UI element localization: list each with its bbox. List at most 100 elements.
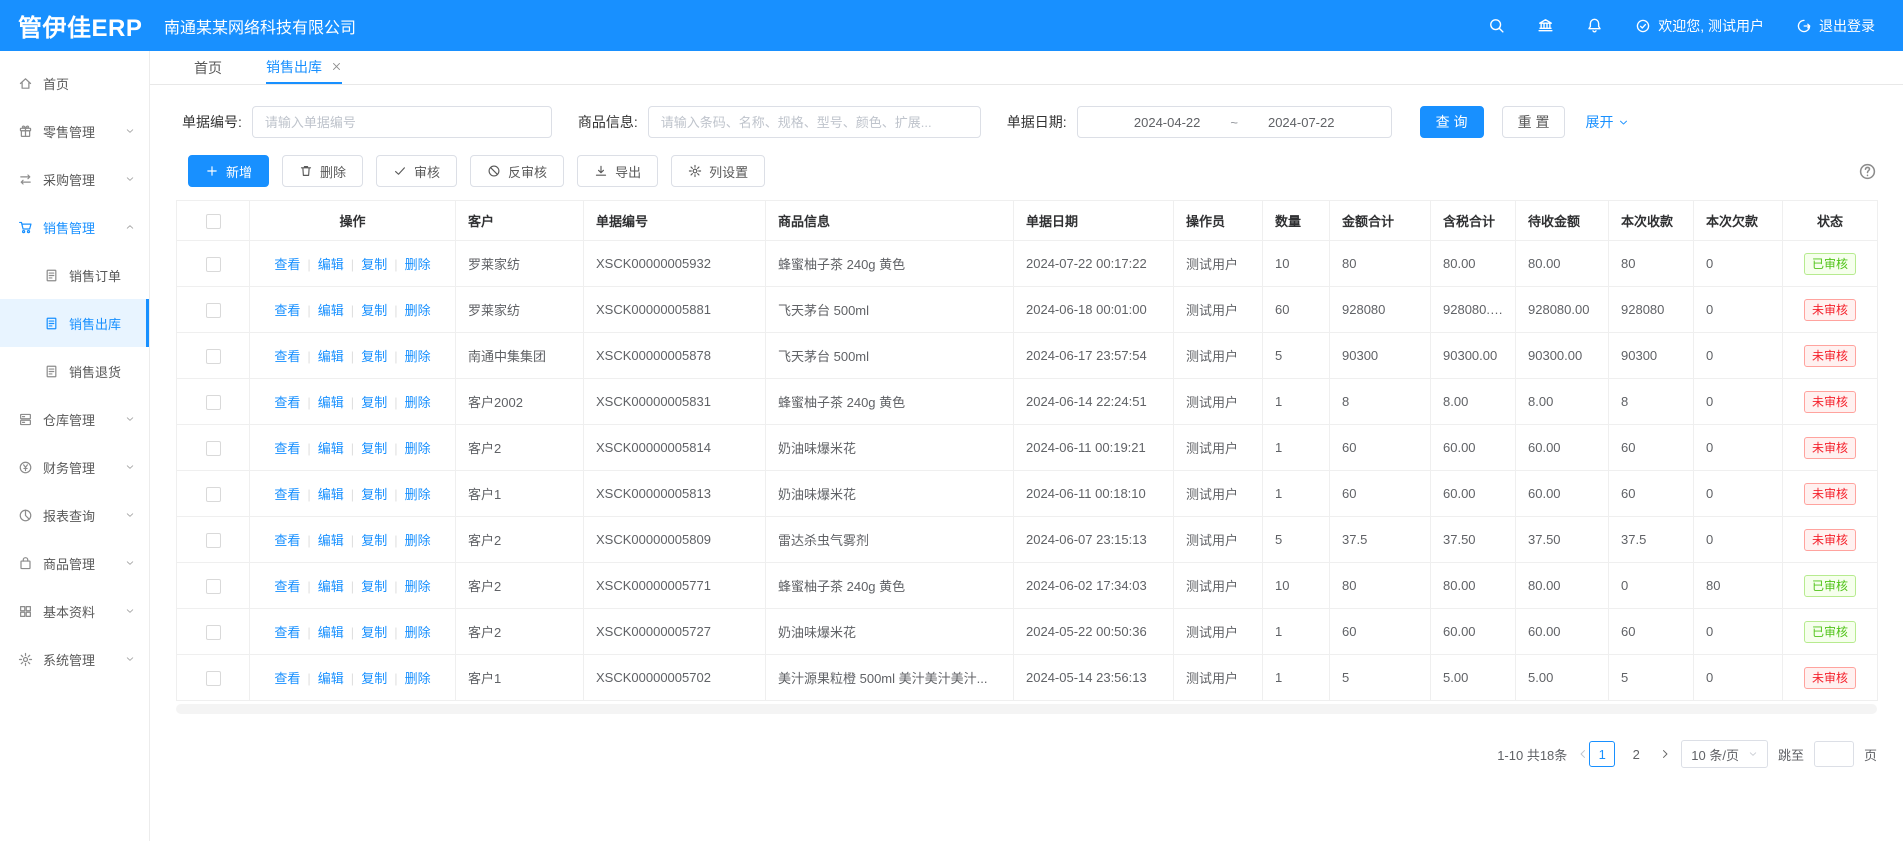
row-checkbox[interactable] bbox=[206, 625, 221, 640]
row-action-copy[interactable]: 复制 bbox=[361, 625, 387, 640]
sidebar-item-sales-order[interactable]: 销售订单 bbox=[0, 251, 149, 299]
sidebar-item-goods[interactable]: 商品管理 bbox=[0, 539, 149, 587]
bill-no-input[interactable] bbox=[252, 106, 552, 138]
sidebar-item-system[interactable]: 系统管理 bbox=[0, 635, 149, 683]
sidebar-item-retail[interactable]: 零售管理 bbox=[0, 107, 149, 155]
jump-page-input[interactable] bbox=[1814, 741, 1854, 767]
sidebar-item-report[interactable]: 报表查询 bbox=[0, 491, 149, 539]
row-checkbox[interactable] bbox=[206, 671, 221, 686]
row-action-delete[interactable]: 删除 bbox=[405, 257, 431, 272]
horizontal-scrollbar[interactable] bbox=[176, 704, 1877, 714]
audit-button[interactable]: 审核 bbox=[376, 155, 457, 187]
row-checkbox[interactable] bbox=[206, 303, 221, 318]
row-action-copy[interactable]: 复制 bbox=[361, 487, 387, 502]
select-all-checkbox[interactable] bbox=[206, 214, 221, 229]
row-action-copy[interactable]: 复制 bbox=[361, 303, 387, 318]
platform-icon[interactable] bbox=[1537, 17, 1554, 34]
row-checkbox[interactable] bbox=[206, 487, 221, 502]
prev-page-icon[interactable] bbox=[1577, 748, 1589, 760]
search-icon[interactable] bbox=[1488, 17, 1505, 34]
row-action-delete[interactable]: 删除 bbox=[405, 349, 431, 364]
search-button[interactable]: 查 询 bbox=[1420, 106, 1484, 138]
row-action-edit[interactable]: 编辑 bbox=[318, 303, 344, 318]
page-size-select[interactable]: 10 条/页 bbox=[1681, 740, 1768, 768]
row-action-view[interactable]: 查看 bbox=[274, 533, 300, 548]
date-start[interactable]: 2024-04-22 bbox=[1134, 115, 1201, 130]
user-welcome[interactable]: 欢迎您, 测试用户 bbox=[1635, 16, 1764, 36]
sidebar-item-base-data[interactable]: 基本资料 bbox=[0, 587, 149, 635]
bell-icon[interactable] bbox=[1586, 17, 1603, 34]
row-action-edit[interactable]: 编辑 bbox=[318, 349, 344, 364]
date-range-picker[interactable]: 2024-04-22 ~ 2024-07-22 bbox=[1077, 106, 1392, 138]
row-action-copy[interactable]: 复制 bbox=[361, 349, 387, 364]
row-action-copy[interactable]: 复制 bbox=[361, 533, 387, 548]
tab-sales-outbound[interactable]: 销售出库 bbox=[266, 51, 342, 84]
row-action-delete[interactable]: 删除 bbox=[405, 487, 431, 502]
row-action-edit[interactable]: 编辑 bbox=[318, 487, 344, 502]
row-action-delete[interactable]: 删除 bbox=[405, 533, 431, 548]
row-action-delete[interactable]: 删除 bbox=[405, 579, 431, 594]
cell-status: 未审核 bbox=[1783, 333, 1878, 379]
row-action-view[interactable]: 查看 bbox=[274, 625, 300, 640]
page-number-1[interactable]: 1 bbox=[1589, 741, 1615, 767]
reset-button[interactable]: 重 置 bbox=[1502, 106, 1566, 138]
row-checkbox[interactable] bbox=[206, 579, 221, 594]
close-icon[interactable] bbox=[331, 61, 342, 72]
add-button[interactable]: 新增 bbox=[188, 155, 269, 187]
row-action-view[interactable]: 查看 bbox=[274, 395, 300, 410]
cell-operator: 测试用户 bbox=[1174, 287, 1263, 333]
row-action-edit[interactable]: 编辑 bbox=[318, 625, 344, 640]
page-number-2[interactable]: 2 bbox=[1623, 741, 1649, 767]
row-action-edit[interactable]: 编辑 bbox=[318, 533, 344, 548]
row-checkbox[interactable] bbox=[206, 533, 221, 548]
row-checkbox[interactable] bbox=[206, 395, 221, 410]
row-action-edit[interactable]: 编辑 bbox=[318, 395, 344, 410]
sidebar-item-sales-outbound[interactable]: 销售出库 bbox=[0, 299, 149, 347]
row-action-view[interactable]: 查看 bbox=[274, 441, 300, 456]
date-end[interactable]: 2024-07-22 bbox=[1268, 115, 1335, 130]
sidebar-item-home[interactable]: 首页 bbox=[0, 59, 149, 107]
expand-link[interactable]: 展开 bbox=[1585, 112, 1629, 132]
row-checkbox[interactable] bbox=[206, 441, 221, 456]
column-settings-button[interactable]: 列设置 bbox=[671, 155, 765, 187]
row-action-copy[interactable]: 复制 bbox=[361, 395, 387, 410]
unaudit-button[interactable]: 反审核 bbox=[470, 155, 564, 187]
cell-receivable: 8.00 bbox=[1516, 379, 1609, 425]
row-action-delete[interactable]: 删除 bbox=[405, 303, 431, 318]
help-icon[interactable] bbox=[1858, 162, 1877, 181]
row-action-edit[interactable]: 编辑 bbox=[318, 579, 344, 594]
row-action-copy[interactable]: 复制 bbox=[361, 257, 387, 272]
row-action-delete[interactable]: 删除 bbox=[405, 441, 431, 456]
next-page-icon[interactable] bbox=[1659, 748, 1671, 760]
row-action-view[interactable]: 查看 bbox=[274, 303, 300, 318]
row-checkbox[interactable] bbox=[206, 257, 221, 272]
export-button[interactable]: 导出 bbox=[577, 155, 658, 187]
row-action-copy[interactable]: 复制 bbox=[361, 441, 387, 456]
sidebar-item-sales-return[interactable]: 销售退货 bbox=[0, 347, 149, 395]
sidebar-item-warehouse[interactable]: 仓库管理 bbox=[0, 395, 149, 443]
row-action-view[interactable]: 查看 bbox=[274, 349, 300, 364]
row-action-delete[interactable]: 删除 bbox=[405, 625, 431, 640]
sidebar-item-finance[interactable]: 财务管理 bbox=[0, 443, 149, 491]
row-action-delete[interactable]: 删除 bbox=[405, 395, 431, 410]
sidebar-item-sales[interactable]: 销售管理 bbox=[0, 203, 149, 251]
tab-home[interactable]: 首页 bbox=[194, 51, 222, 84]
row-action-copy[interactable]: 复制 bbox=[361, 579, 387, 594]
row-action-view[interactable]: 查看 bbox=[274, 487, 300, 502]
logout-button[interactable]: 退出登录 bbox=[1796, 16, 1875, 36]
product-label: 商品信息: bbox=[578, 112, 638, 132]
row-action-edit[interactable]: 编辑 bbox=[318, 257, 344, 272]
sidebar-item-purchase[interactable]: 采购管理 bbox=[0, 155, 149, 203]
cell-amount: 60 bbox=[1330, 609, 1431, 655]
row-action-view[interactable]: 查看 bbox=[274, 257, 300, 272]
row-action-edit[interactable]: 编辑 bbox=[318, 671, 344, 686]
row-action-edit[interactable]: 编辑 bbox=[318, 441, 344, 456]
row-action-view[interactable]: 查看 bbox=[274, 671, 300, 686]
row-action-view[interactable]: 查看 bbox=[274, 579, 300, 594]
product-input[interactable] bbox=[648, 106, 981, 138]
delete-button[interactable]: 删除 bbox=[282, 155, 363, 187]
row-checkbox[interactable] bbox=[206, 349, 221, 364]
row-action-copy[interactable]: 复制 bbox=[361, 671, 387, 686]
row-action-delete[interactable]: 删除 bbox=[405, 671, 431, 686]
cell-product: 美汁源果粒橙 500ml 美汁美汁美汁... bbox=[766, 655, 1014, 701]
